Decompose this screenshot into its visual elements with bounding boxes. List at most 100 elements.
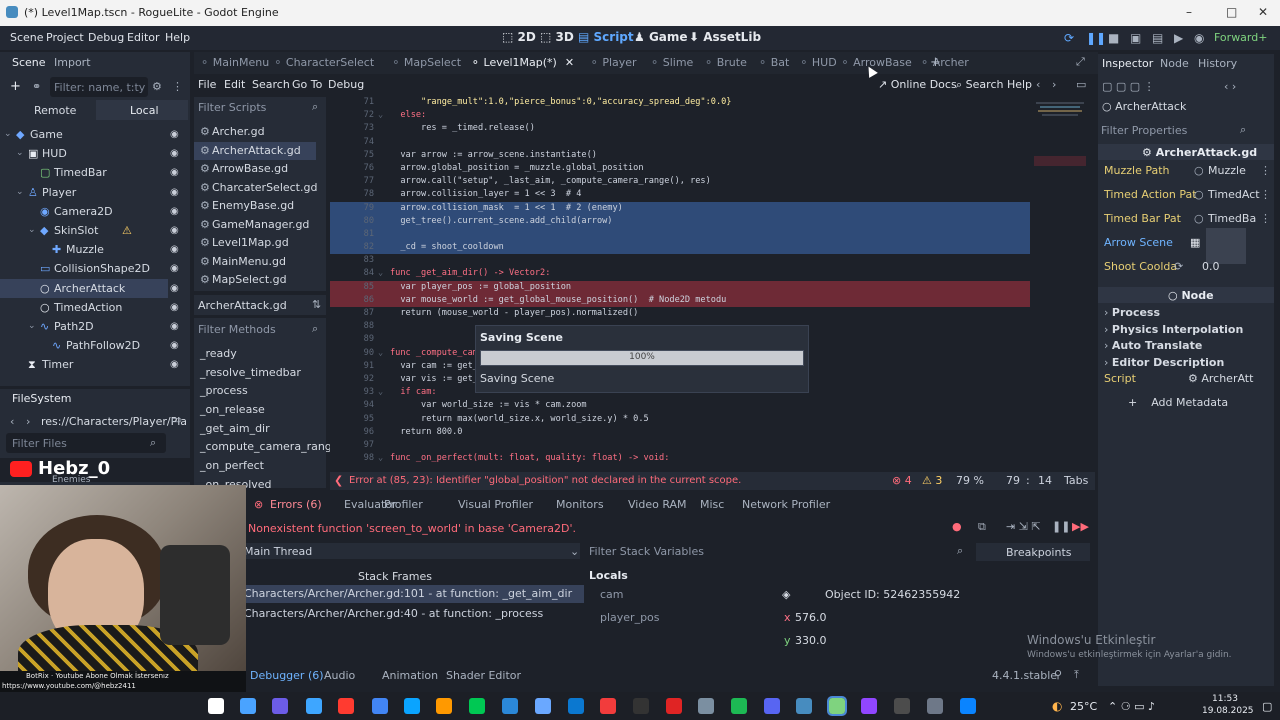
inspector-property-value[interactable]: Muzzle: [1208, 164, 1246, 177]
visibility-eye-icon[interactable]: ◉: [170, 202, 179, 221]
visibility-eye-icon[interactable]: ◉: [170, 183, 179, 202]
continue-icon[interactable]: ▶▶: [1072, 520, 1089, 533]
discord-icon[interactable]: [796, 698, 812, 714]
break-icon[interactable]: ❚❚: [1052, 520, 1070, 533]
scene-tree-node[interactable]: ⌄ ◆ Game: [0, 125, 168, 144]
debugger-tab[interactable]: Video RAM: [628, 498, 687, 511]
property-menu-icon[interactable]: ⋮: [1260, 164, 1271, 177]
code-line[interactable]: 76 arrow.global_position = _muzzle.globa…: [330, 162, 1030, 175]
script-list-item[interactable]: ⚙ Level1Map.gd: [194, 234, 316, 253]
line-number[interactable]: 87: [330, 307, 374, 320]
script-property-value[interactable]: ⚙ ArcherAtt: [1188, 372, 1253, 385]
error-message[interactable]: Error at (85, 23): Identifier "global_po…: [349, 475, 741, 486]
search-help-button[interactable]: ⌕ Search Help: [956, 78, 1032, 92]
line-number[interactable]: 71: [330, 96, 374, 109]
settings-icon[interactable]: [927, 698, 943, 714]
more-icon[interactable]: ⋮: [172, 80, 183, 93]
tab-inspector[interactable]: Inspector: [1102, 57, 1153, 70]
weather-icon[interactable]: ◐: [1052, 699, 1062, 713]
line-number[interactable]: 75: [330, 149, 374, 162]
steam-icon[interactable]: [731, 698, 747, 714]
code-line[interactable]: 78 arrow.collision_layer = 1 << 3 # 4: [330, 188, 1030, 201]
code-line[interactable]: 96 return 800.0: [330, 426, 1030, 439]
scene-tab[interactable]: ⚬ Slime: [650, 56, 693, 69]
godot-icon[interactable]: [827, 696, 847, 716]
back-icon[interactable]: ‹: [10, 415, 14, 428]
bottom-panel-tab[interactable]: Debugger (6): [250, 669, 324, 682]
script-list-item[interactable]: ⚙ MapSelect.gd: [194, 271, 316, 290]
inspector-property-value[interactable]: TimedAct: [1208, 188, 1260, 201]
spotify-icon[interactable]: [764, 698, 780, 714]
scene-tab[interactable]: ⚬ MainMenu: [200, 56, 269, 69]
scene-tree-node[interactable]: ▢ TimedBar: [0, 163, 168, 182]
scene-tree-node[interactable]: ✚ Muzzle: [0, 240, 168, 259]
fold-arrow-icon[interactable]: ⌄: [378, 267, 383, 280]
notepad-icon[interactable]: [535, 698, 551, 714]
scene-tree-node[interactable]: ▭ CollisionShape2D: [0, 259, 168, 278]
stack-frame[interactable]: Characters/Archer/Archer.gd:40 - at func…: [240, 605, 584, 623]
forward-icon[interactable]: ›: [26, 415, 30, 428]
line-number[interactable]: 81: [330, 228, 374, 241]
inspector-property-value[interactable]: TimedBa: [1208, 212, 1256, 225]
scene-tree-node[interactable]: ⌄ ◆ SkinSlot ⚠: [0, 221, 168, 240]
code-line[interactable]: 82 _cd = shoot_cooldown: [330, 241, 1030, 255]
line-number[interactable]: 72: [330, 109, 374, 122]
visibility-eye-icon[interactable]: ◉: [170, 144, 179, 163]
expand-arrow-icon[interactable]: ⌄: [28, 317, 36, 336]
filesystem-enemies-item[interactable]: Enemies: [52, 475, 90, 485]
line-number[interactable]: 82: [330, 241, 374, 254]
close-button[interactable]: ✕: [1258, 5, 1268, 19]
explorer-icon[interactable]: [502, 698, 518, 714]
filter-files-input[interactable]: Filter Files: [6, 433, 166, 453]
line-number[interactable]: 85: [330, 281, 374, 294]
var-player-pos-x[interactable]: 576.0: [795, 611, 827, 624]
line-number[interactable]: 93: [330, 386, 374, 399]
scene-tab[interactable]: ⚬ CharacterSelect: [273, 56, 374, 69]
play-scene-icon[interactable]: ▶: [1174, 31, 1183, 45]
property-menu-icon[interactable]: ⋮: [1260, 212, 1271, 225]
expand-arrow-icon[interactable]: ⌄: [28, 221, 36, 240]
brave-icon[interactable]: [633, 698, 649, 714]
workspace-2d-button[interactable]: ⬚ 2D: [502, 30, 536, 44]
maximize-button[interactable]: □: [1226, 5, 1237, 19]
method-list-item[interactable]: _on_release: [194, 401, 316, 420]
reload-icon[interactable]: ⟳: [1064, 31, 1074, 45]
minimize-button[interactable]: –: [1186, 5, 1192, 19]
tab-import[interactable]: Import: [54, 56, 91, 69]
tab-scene[interactable]: Scene: [12, 56, 46, 69]
code-editor[interactable]: 71 "range_mult":1.0,"pierce_bonus":0,"ac…: [330, 96, 1030, 468]
notification-icon[interactable]: ▢: [1262, 700, 1272, 713]
property-menu-icon[interactable]: ⋮: [1260, 188, 1271, 201]
inspector-section[interactable]: › Editor Description: [1104, 356, 1224, 369]
line-number[interactable]: 84: [330, 267, 374, 280]
filter-script-icon[interactable]: ⚙: [152, 80, 162, 93]
code-line[interactable]: 81: [330, 227, 1030, 242]
clock-date[interactable]: 19.08.2025: [1202, 706, 1254, 716]
scene-tree-node[interactable]: ◉ Camera2D: [0, 202, 168, 221]
code-line[interactable]: 83: [330, 254, 1030, 267]
method-list-item[interactable]: _get_aim_dir: [194, 420, 316, 439]
script-list-item[interactable]: ⚙ GameManager.gd: [194, 216, 316, 235]
fold-arrow-icon[interactable]: ⌄: [378, 347, 383, 360]
script-list-item[interactable]: ⚙ ArcherAttack.gd: [194, 141, 316, 160]
code-line[interactable]: 97: [330, 439, 1030, 452]
obs-icon[interactable]: [894, 698, 910, 714]
scene-tree-node[interactable]: ⌄ ▣ HUD: [0, 144, 168, 163]
expand-arrow-icon[interactable]: ⌄: [4, 125, 12, 144]
fold-arrow-icon[interactable]: ⌄: [378, 452, 383, 465]
debugger-tab[interactable]: Profiler: [384, 498, 423, 511]
debugger-tab[interactable]: Errors (6): [270, 498, 322, 511]
chrome-icon[interactable]: [338, 698, 354, 714]
premiere-icon[interactable]: [404, 698, 420, 714]
warning-count[interactable]: ⚠ 3: [922, 474, 942, 487]
inspected-node[interactable]: ○ ArcherAttack: [1102, 100, 1186, 113]
visibility-eye-icon[interactable]: ◉: [170, 221, 179, 240]
method-list-item[interactable]: _process: [194, 382, 316, 401]
movie-icon[interactable]: ▤: [1152, 31, 1163, 45]
step-icons[interactable]: ⇥ ⇲ ⇱: [1006, 520, 1041, 533]
fold-arrow-icon[interactable]: ⌄: [378, 386, 383, 399]
code-line[interactable]: 71 "range_mult":1.0,"pierce_bonus":0,"ac…: [330, 96, 1030, 109]
copilot-icon[interactable]: [306, 698, 322, 714]
warning-icon[interactable]: ⚠: [122, 221, 132, 240]
edge-icon[interactable]: [960, 698, 976, 714]
